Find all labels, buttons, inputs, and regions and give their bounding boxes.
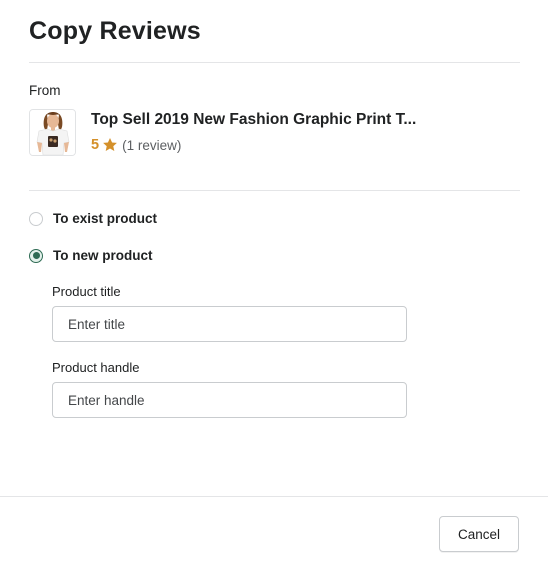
- product-title-label: Product title: [52, 284, 121, 299]
- product-handle-input[interactable]: [52, 382, 407, 418]
- cancel-button[interactable]: Cancel: [439, 516, 519, 552]
- product-title-input[interactable]: [52, 306, 407, 342]
- section-divider: [29, 190, 520, 191]
- radio-label-exist: To exist product: [53, 211, 158, 226]
- star-icon: [103, 137, 117, 151]
- product-thumbnail: [29, 109, 76, 156]
- radio-to-exist-product[interactable]: To exist product: [29, 211, 157, 226]
- product-handle-label: Product handle: [52, 360, 140, 375]
- radio-dot: [32, 252, 40, 259]
- from-label: From: [29, 83, 61, 98]
- header-divider: [29, 62, 520, 63]
- rating-value: 5: [91, 137, 100, 153]
- radio-button-unchecked[interactable]: [29, 211, 43, 226]
- review-count: (1 review): [122, 137, 182, 153]
- product-rating: 5 (1 review): [91, 137, 181, 153]
- modal-header: Copy Reviews: [29, 17, 201, 46]
- radio-button-checked[interactable]: [29, 248, 43, 263]
- product-name: Top Sell 2019 New Fashion Graphic Print …: [91, 111, 417, 128]
- copy-reviews-modal: Copy Reviews From Top Sell 2019 New Fash…: [0, 0, 548, 563]
- tshirt-model-image: [30, 110, 75, 155]
- radio-label-new: To new product: [53, 248, 153, 263]
- radio-to-new-product[interactable]: To new product: [29, 248, 153, 263]
- footer-divider: [0, 496, 548, 497]
- modal-title: Copy Reviews: [29, 17, 201, 45]
